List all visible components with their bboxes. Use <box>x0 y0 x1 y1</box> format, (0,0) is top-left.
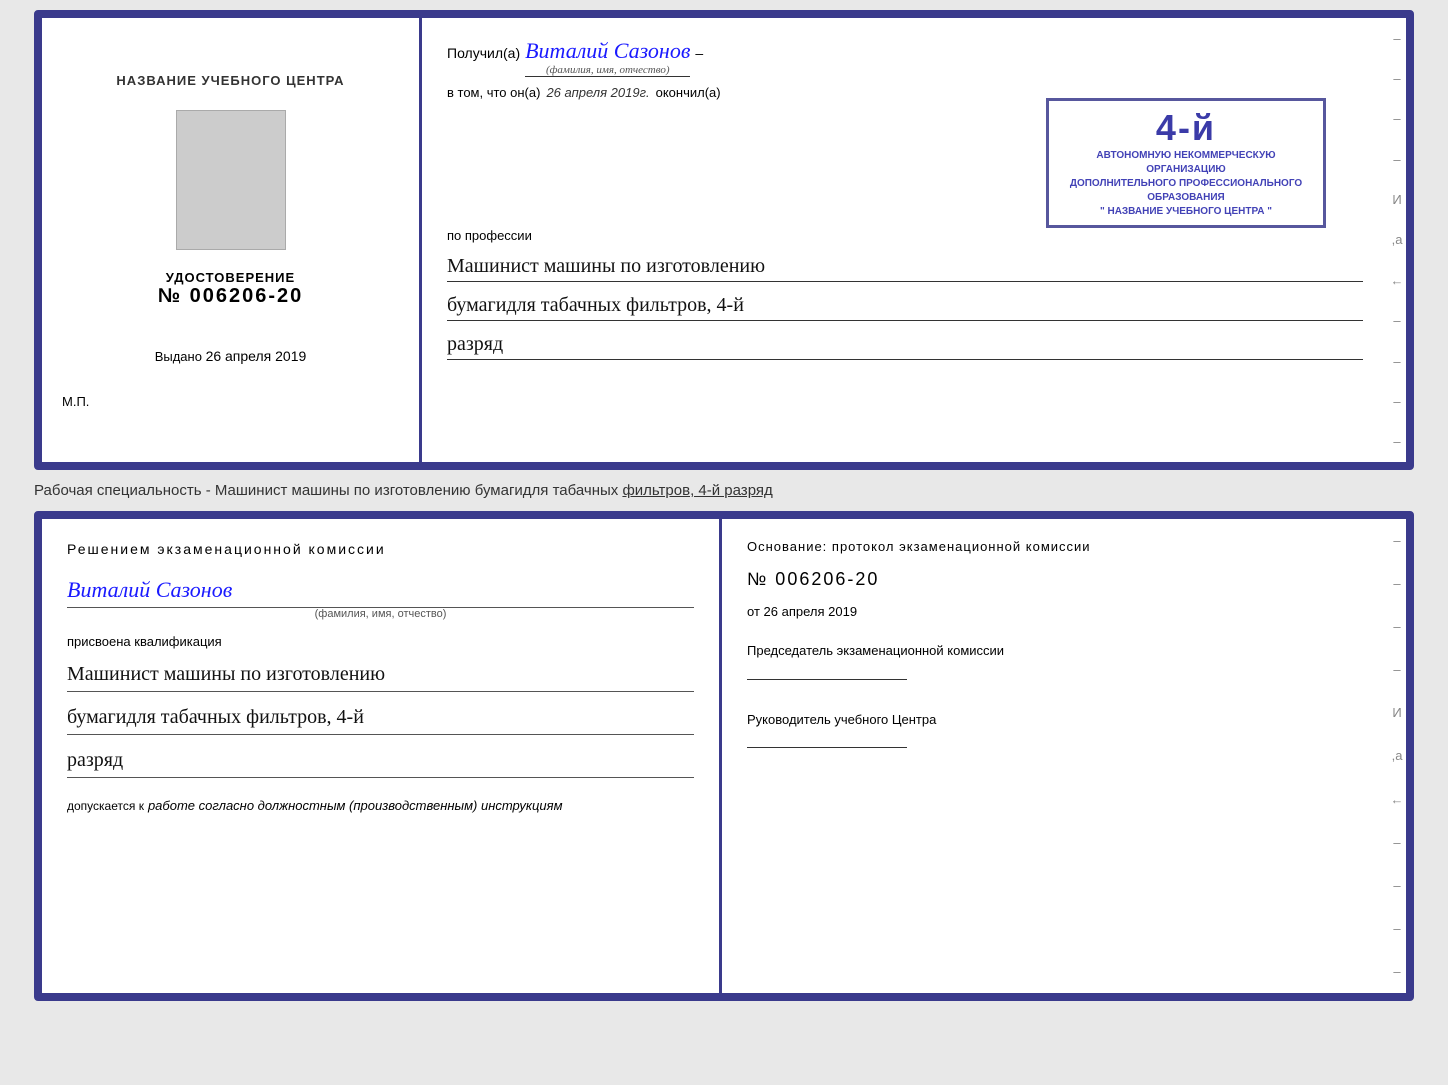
admitted-line: допускается к работе согласно должностны… <box>67 798 694 813</box>
received-label: Получил(а) <box>447 45 520 61</box>
cert-number-section: УДОСТОВЕРЕНИЕ № 006206-20 <box>158 270 304 308</box>
bottom-qual-3: разряд <box>67 743 694 778</box>
bottom-name: Виталий Сазонов <box>67 572 694 608</box>
date-line: от 26 апреля 2019 <box>747 604 1363 619</box>
issued-line: Выдано 26 апреля 2019 <box>155 348 307 364</box>
bottom-card-left: Решением экзаменационной комиссии Витали… <box>42 519 722 993</box>
top-card-left: НАЗВАНИЕ УЧЕБНОГО ЦЕНТРА УДОСТОВЕРЕНИЕ №… <box>42 18 422 462</box>
admitted-label: допускается к <box>67 799 144 813</box>
protocol-number: № 006206-20 <box>747 569 1363 590</box>
completed-label: окончил(а) <box>656 85 721 100</box>
chairman-section: Председатель экзаменационной комиссии <box>747 641 1363 680</box>
assigned-text: присвоена квалификация <box>67 634 694 649</box>
profession-line-2: бумагидля табачных фильтров, 4-й <box>447 290 1363 321</box>
issued-label: Выдано <box>155 349 202 364</box>
dash-after-name: – <box>695 45 703 61</box>
director-label: Руководитель учебного Центра <box>747 710 1363 730</box>
recipient-caption: (фамилия, имя, отчество) <box>525 64 690 76</box>
basis-line: Основание: протокол экзаменационной коми… <box>747 539 1363 554</box>
bottom-certificate-card: Решением экзаменационной комиссии Витали… <box>34 511 1414 1001</box>
cert-number: № 006206-20 <box>158 285 304 308</box>
top-card-right: Получил(а) Виталий Сазонов (фамилия, имя… <box>422 18 1388 462</box>
photo-placeholder <box>176 110 286 250</box>
stamp-block: 4-й АВТОНОМНУЮ НЕКОММЕРЧЕСКУЮ ОРГАНИЗАЦИ… <box>1046 98 1326 228</box>
recipient-line: Получил(а) Виталий Сазонов (фамилия, имя… <box>447 38 1363 77</box>
director-section: Руководитель учебного Центра <box>747 710 1363 749</box>
admitted-text: работе согласно должностным (производств… <box>148 798 563 813</box>
right-decorative-dashes: – – – – И ,а ← – – – – <box>1388 18 1406 462</box>
bottom-qual-2: бумагидля табачных фильтров, 4-й <box>67 700 694 735</box>
profession-label: по профессии <box>447 228 1363 243</box>
chairman-signature-line <box>747 679 907 680</box>
inline-date: 26 апреля 2019г. <box>546 85 649 100</box>
bottom-qual-1: Машинист машины по изготовлению <box>67 657 694 692</box>
bottom-name-caption: (фамилия, имя, отчество) <box>67 608 694 620</box>
bottom-card-right: Основание: протокол экзаменационной коми… <box>722 519 1388 993</box>
top-card-right-wrapper: Получил(а) Виталий Сазонов (фамилия, имя… <box>422 18 1406 462</box>
top-certificate-card: НАЗВАНИЕ УЧЕБНОГО ЦЕНТРА УДОСТОВЕРЕНИЕ №… <box>34 10 1414 470</box>
recipient-name: Виталий Сазонов (фамилия, имя, отчество) <box>525 38 690 77</box>
middle-text: Рабочая специальность - Машинист машины … <box>34 482 1414 499</box>
bottom-card-right-wrapper: Основание: протокол экзаменационной коми… <box>722 519 1406 993</box>
issued-date: 26 апреля 2019 <box>206 348 307 364</box>
cert-label: УДОСТОВЕРЕНИЕ <box>158 270 304 285</box>
date-prefix: от <box>747 604 760 619</box>
middle-strip: Рабочая специальность - Машинист машины … <box>34 478 1414 503</box>
stamp-highlight: 4-й <box>1156 107 1216 149</box>
director-signature-line <box>747 747 907 748</box>
training-center-title: НАЗВАНИЕ УЧЕБНОГО ЦЕНТРА <box>116 71 344 91</box>
middle-text-underline: фильтров, 4-й разряд <box>622 482 772 499</box>
mp-label: М.П. <box>62 394 89 409</box>
bottom-right-decorative-dashes: – – – – И ,а ← – – – – <box>1388 519 1406 993</box>
org-line-3: " НАЗВАНИЕ УЧЕБНОГО ЦЕНТРА " <box>1100 205 1272 219</box>
org-line-1: АВТОНОМНУЮ НЕКОММЕРЧЕСКУЮ ОРГАНИЗАЦИЮ <box>1057 149 1315 177</box>
chairman-label: Председатель экзаменационной комиссии <box>747 641 1363 661</box>
bottom-name-wrapper: Виталий Сазонов (фамилия, имя, отчество) <box>67 568 694 620</box>
middle-text-main: Рабочая специальность - Машинист машины … <box>34 482 622 499</box>
bottom-date: 26 апреля 2019 <box>764 604 858 619</box>
profession-line-1: Машинист машины по изготовлению <box>447 251 1363 282</box>
vtom-label: в том, что он(а) <box>447 85 540 100</box>
commission-title: Решением экзаменационной комиссии <box>67 539 694 560</box>
profession-line-3: разряд <box>447 329 1363 360</box>
org-line-2: ДОПОЛНИТЕЛЬНОГО ПРОФЕССИОНАЛЬНОГО ОБРАЗО… <box>1057 177 1315 205</box>
